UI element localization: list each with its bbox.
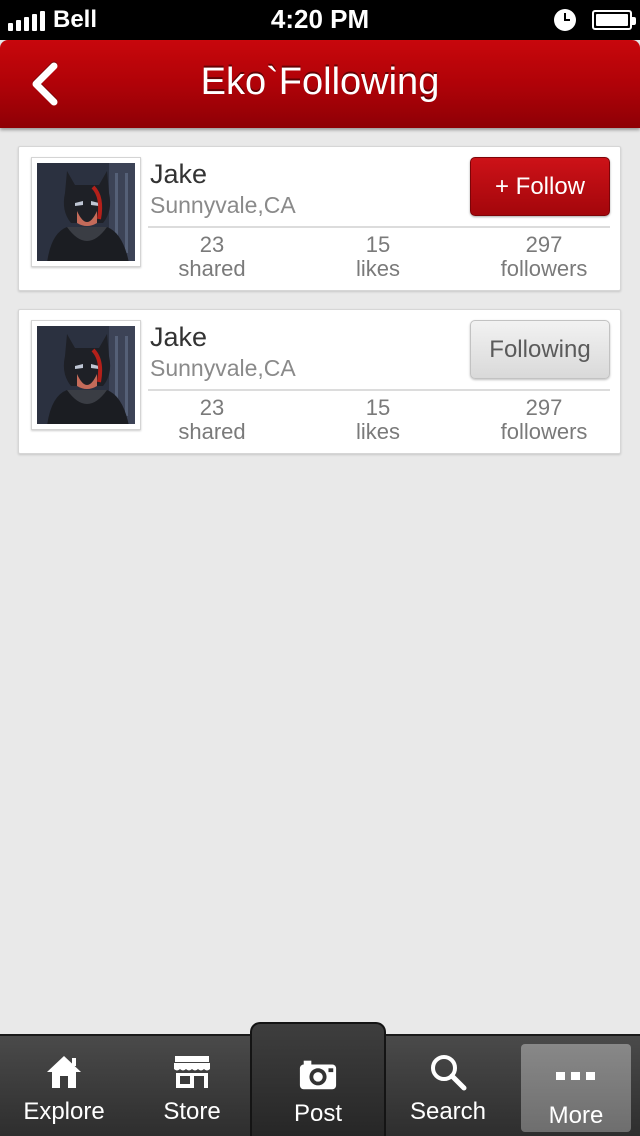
avatar-image [37,163,135,261]
user-card[interactable]: Jake Sunnyvale,CA Following 23 shared 15… [18,309,621,454]
user-location: Sunnyvale,CA [150,355,296,381]
magnifier-icon [428,1052,468,1092]
battery-icon [592,10,636,30]
stat-followers: 297 followers [469,396,619,444]
tab-explore[interactable]: Explore [0,1036,128,1136]
shared-label: shared [178,256,246,281]
screen: Bell 4:20 PM Eko`Following Jake Sunnyval… [0,0,640,1136]
tab-label: Explore [23,1098,105,1125]
house-icon [44,1052,84,1092]
tab-search[interactable]: Search [386,1036,510,1136]
divider [148,226,610,228]
page-title: Eko`Following [200,61,440,103]
stat-likes: 15 likes [303,396,453,444]
shared-count: 23 [199,395,225,420]
tab-store[interactable]: Store [128,1036,256,1136]
status-bar: Bell 4:20 PM [0,0,640,40]
following-button[interactable]: Following [470,320,610,379]
likes-label: likes [355,256,400,281]
camera-icon [298,1054,338,1094]
shared-label: shared [178,419,246,444]
chevron-left-icon [32,62,58,106]
followers-label: followers [500,419,588,444]
back-button[interactable] [14,54,74,114]
tab-post[interactable]: Post [250,1022,386,1136]
stat-shared: 23 shared [137,233,287,281]
followers-count: 297 [525,232,563,257]
user-location: Sunnyvale,CA [150,192,296,218]
status-right [554,0,636,40]
likes-count: 15 [365,395,391,420]
follow-button[interactable]: + Follow [470,157,610,216]
storefront-icon [172,1052,212,1092]
stat-likes: 15 likes [303,233,453,281]
avatar[interactable] [31,320,141,430]
tab-bar: Explore Store Post Search More [0,1022,640,1136]
likes-label: likes [355,419,400,444]
shared-count: 23 [199,232,225,257]
tab-label: Post [293,1100,343,1127]
status-time: 4:20 PM [270,4,370,34]
user-card[interactable]: Jake Sunnyvale,CA + Follow 23 shared 15 … [18,146,621,291]
followers-count: 297 [525,395,563,420]
avatar[interactable] [31,157,141,267]
tab-label: Store [163,1098,221,1125]
nav-bar: Eko`Following [0,40,640,128]
stat-shared: 23 shared [137,396,287,444]
user-name[interactable]: Jake [150,322,207,353]
tab-more[interactable]: More [521,1044,631,1132]
followers-label: followers [500,256,588,281]
likes-count: 15 [365,232,391,257]
stat-followers: 297 followers [469,233,619,281]
user-list: Jake Sunnyvale,CA + Follow 23 shared 15 … [18,146,621,472]
clock-icon [554,9,576,31]
avatar-image [37,326,135,424]
more-dots-icon [556,1056,596,1096]
user-name[interactable]: Jake [150,159,207,190]
divider [148,389,610,391]
tab-label: Search [409,1098,487,1125]
tab-label: More [548,1102,604,1129]
